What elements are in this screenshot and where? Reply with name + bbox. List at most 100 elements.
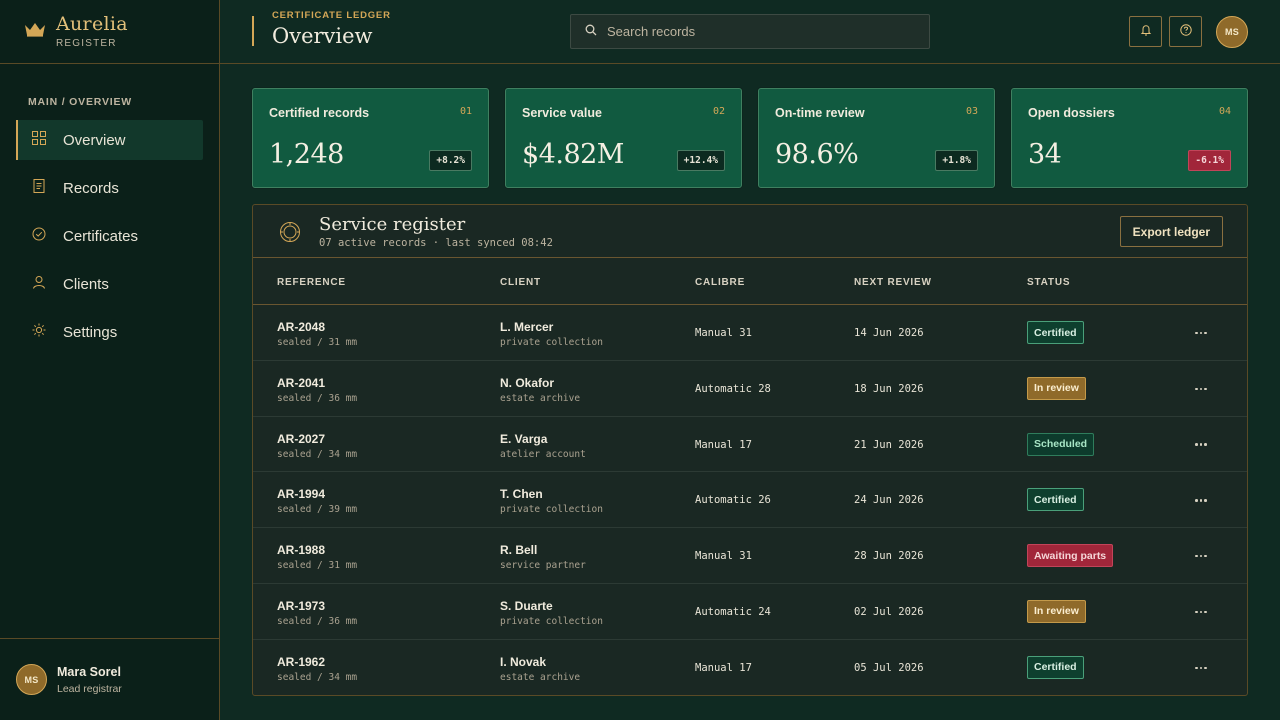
avatar: MS (16, 664, 47, 695)
client-cell: R. Bell service partner (500, 543, 586, 571)
table-row[interactable]: AR-2041 sealed / 36 mm N. Okafor estate arc… (253, 361, 1247, 417)
status-badge: Awaiting parts (1027, 544, 1114, 568)
table-row[interactable]: AR-2027 sealed / 34 mm E. Varga atelier acc… (253, 417, 1247, 473)
table-row[interactable]: AR-1988 sealed / 31 mm R. Bell service part… (253, 528, 1247, 584)
more-options-icon[interactable] (1191, 490, 1211, 510)
status-cell: Awaiting parts (1027, 544, 1114, 568)
column-header-client[interactable]: CLIENT (500, 277, 541, 288)
kpi-value: $4.82M (522, 139, 624, 170)
sidebar-item-certificates[interactable]: Certificates (16, 216, 203, 256)
calibre-cell: Automatic 26 (695, 494, 771, 507)
client-type: estate archive (500, 671, 581, 683)
reference-detail: sealed / 36 mm (277, 615, 358, 627)
sidebar: Aurelia REGISTER MAIN / OVERVIEW Overvie… (0, 0, 220, 720)
client-name: N. Okafor (500, 375, 555, 390)
check-circle-icon (32, 227, 46, 245)
status-badge: Certified (1027, 488, 1084, 512)
more-options-icon[interactable] (1191, 323, 1211, 343)
status-badge: Scheduled (1027, 432, 1095, 456)
top-header: CERTIFICATE LEDGER Overview MS (220, 0, 1280, 64)
person-icon (32, 275, 46, 293)
user-name: Mara Sorel (57, 664, 121, 679)
reference-detail: sealed / 34 mm (277, 671, 358, 683)
table-row[interactable]: AR-1973 sealed / 36 mm S. Duarte private co… (253, 584, 1247, 640)
sidebar-item-clients[interactable]: Clients (16, 264, 203, 304)
more-options-icon[interactable] (1191, 379, 1211, 399)
table-header: REFERENCE CLIENT CALIBRE NEXT REVIEW STA… (253, 258, 1247, 305)
kpi-label: Open dossiers (1028, 106, 1115, 120)
export-ledger-button[interactable]: Export ledger (1119, 216, 1223, 247)
sidebar-item-overview[interactable]: Overview (16, 120, 203, 160)
client-name: R. Bell (500, 543, 538, 558)
reference-id[interactable]: AR-1994 (277, 487, 357, 501)
reference-id[interactable]: AR-2041 (277, 376, 357, 390)
client-type: atelier account (500, 448, 586, 460)
more-options-icon[interactable] (1191, 658, 1211, 678)
calibre-cell: Manual 31 (695, 550, 752, 563)
column-header-reference[interactable]: REFERENCE (277, 277, 346, 288)
header-avatar[interactable]: MS (1216, 16, 1248, 48)
sidebar-item-records[interactable]: Records (16, 168, 203, 208)
status-badge: Certified (1027, 655, 1084, 679)
help-button[interactable] (1169, 16, 1202, 47)
table-row[interactable]: AR-2048 sealed / 31 mm L. Mercer private co… (253, 305, 1247, 361)
reference-detail: sealed / 31 mm (277, 560, 358, 572)
reference-cell: AR-2048 sealed / 31 mm (277, 320, 357, 348)
client-type: private collection (500, 615, 603, 627)
document-icon (32, 179, 46, 197)
status-cell: Certified (1027, 488, 1084, 512)
table-row[interactable]: AR-1962 sealed / 34 mm I. Novak estate arch… (253, 640, 1247, 695)
brand[interactable]: Aurelia REGISTER (0, 0, 219, 64)
client-cell: N. Okafor estate archive (500, 376, 580, 404)
table-body: AR-2048 sealed / 31 mm L. Mercer private co… (253, 305, 1247, 695)
reference-cell: AR-1988 sealed / 31 mm (277, 543, 357, 571)
reference-id[interactable]: AR-1962 (277, 655, 357, 669)
reference-id[interactable]: AR-1973 (277, 599, 357, 613)
client-cell: I. Novak estate archive (500, 655, 580, 683)
kpi-value: 34 (1028, 139, 1062, 170)
service-register-panel: Service register 07 active records · las… (252, 204, 1248, 696)
kpi-index: 02 (712, 106, 725, 117)
notifications-button[interactable] (1129, 16, 1162, 47)
title-block: CERTIFICATE LEDGER Overview (252, 10, 390, 48)
next-review-cell: 02 Jul 2026 (854, 605, 924, 618)
seal-icon (279, 221, 301, 243)
reference-detail: sealed / 39 mm (277, 504, 358, 516)
calibre-cell: Automatic 28 (695, 382, 771, 395)
status-cell: Scheduled (1027, 432, 1095, 456)
reference-detail: sealed / 36 mm (277, 392, 358, 404)
column-header-calibre[interactable]: CALIBRE (695, 277, 745, 288)
next-review-cell: 28 Jun 2026 (854, 550, 924, 563)
status-cell: Certified (1027, 655, 1084, 679)
reference-detail: sealed / 31 mm (277, 337, 358, 348)
reference-id[interactable]: AR-2048 (277, 320, 357, 334)
column-header-next-review[interactable]: NEXT REVIEW (854, 277, 932, 288)
more-options-icon[interactable] (1191, 435, 1211, 455)
bell-icon (1140, 23, 1152, 41)
brand-name: Aurelia (56, 13, 128, 35)
next-review-cell: 05 Jul 2026 (854, 661, 924, 674)
client-cell: T. Chen private collection (500, 487, 603, 515)
sidebar-item-label: Overview (63, 131, 126, 149)
user-profile[interactable]: MS Mara Sorel Lead registrar (0, 638, 220, 720)
kpi-label: Service value (522, 106, 602, 120)
sidebar-item-settings[interactable]: Settings (16, 312, 203, 352)
client-type: private collection (500, 337, 603, 348)
reference-id[interactable]: AR-2027 (277, 432, 357, 446)
kpi-delta-badge: +1.8% (935, 150, 978, 171)
panel-title: Service register (319, 214, 466, 235)
calibre-cell: Manual 17 (695, 438, 752, 451)
sidebar-nav: Overview Records Certificates Clients Se… (16, 120, 203, 360)
calibre-cell: Automatic 24 (695, 605, 771, 618)
column-header-status[interactable]: STATUS (1027, 277, 1070, 288)
table-row[interactable]: AR-1994 sealed / 39 mm T. Chen private coll… (253, 472, 1247, 529)
reference-id[interactable]: AR-1988 (277, 543, 357, 557)
more-options-icon[interactable] (1191, 602, 1211, 622)
search-input[interactable] (607, 24, 907, 39)
search-bar[interactable] (570, 14, 930, 49)
client-name: E. Varga (500, 431, 548, 446)
client-name: T. Chen (500, 487, 543, 502)
more-options-icon[interactable] (1191, 546, 1211, 566)
status-badge: In review (1027, 599, 1086, 623)
breadcrumb: MAIN / OVERVIEW (28, 96, 132, 108)
